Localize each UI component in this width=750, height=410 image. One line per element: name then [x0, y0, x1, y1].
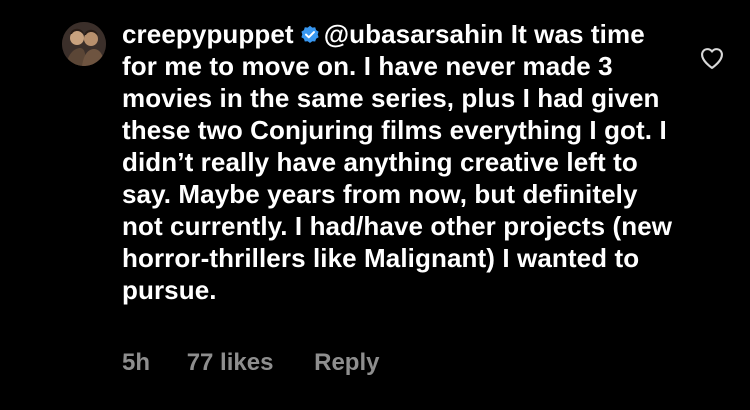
comment-message: It was time for me to move on. I have ne… — [122, 19, 673, 305]
likes-count-link[interactable]: 77 likes — [187, 348, 274, 378]
mention-link[interactable]: @ubasarsahin — [324, 19, 504, 49]
heart-outline-icon — [701, 48, 723, 69]
comment-text: creepypuppet @ubasarsahin It was time fo… — [122, 18, 682, 306]
comment: creepypuppet @ubasarsahin It was time fo… — [0, 0, 750, 410]
like-button[interactable] — [698, 44, 726, 72]
timestamp: 5h — [122, 349, 151, 376]
comment-meta: 5h 77 likes Reply — [122, 348, 379, 378]
username-link[interactable]: creepypuppet — [122, 19, 294, 49]
verified-badge-icon — [301, 25, 319, 43]
reply-button[interactable]: Reply — [314, 348, 379, 378]
avatar-image — [62, 22, 106, 66]
avatar[interactable] — [62, 22, 106, 66]
